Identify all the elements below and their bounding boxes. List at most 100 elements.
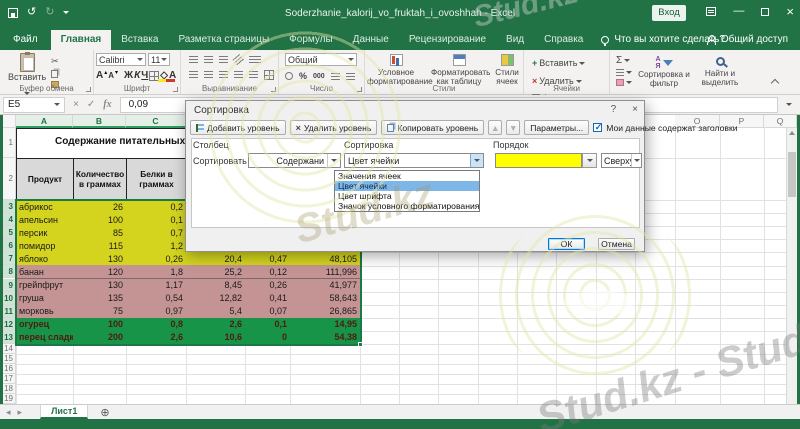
number-format-combo[interactable]: Общий [285,53,357,66]
column-header-A[interactable]: A [16,115,73,128]
table-cell[interactable]: перец сладкий [16,331,74,345]
add-sheet-icon[interactable]: ⊕ [100,406,109,419]
maximize-icon[interactable] [761,8,769,16]
sort-by-column-combo[interactable]: Содержани [248,153,341,168]
merge-center-icon[interactable] [264,70,274,80]
table-cell[interactable]: 0,26 [245,279,291,293]
font-color-button[interactable]: А [169,70,176,81]
tab-Вставка[interactable]: Вставка [111,30,168,50]
cut-icon[interactable]: ✂ [51,56,59,67]
table-cell[interactable]: 8,45 [186,279,246,293]
tab-Формулы[interactable]: Формулы [279,30,343,50]
table-cell[interactable]: 54,38 [290,331,361,345]
tab-Главная[interactable]: Главная [51,30,112,50]
ok-button[interactable]: ОК [548,238,585,250]
accounting-format-icon[interactable] [285,72,293,80]
table-cell[interactable]: 0,2 [126,200,187,214]
dropdown-option[interactable]: Цвет ячейки [335,181,479,191]
increase-decimal-icon[interactable] [331,73,340,80]
insert-cells-button[interactable]: +Вставить [532,58,585,68]
table-cell[interactable]: 0,97 [126,305,187,319]
close-icon[interactable]: × [786,6,794,17]
table-cell[interactable]: груша [16,292,74,306]
underline-button[interactable]: Ч [141,70,148,81]
sort-on-combo[interactable]: Цвет ячейки [344,153,484,168]
sheet-tab-list1[interactable]: Лист1 [40,405,88,419]
cell-styles-button[interactable]: Стили ячеек [493,54,521,83]
cancel-button[interactable]: Отмена [598,238,635,250]
table-cell[interactable]: 0,7 [126,226,187,240]
table-cell[interactable]: 0 [245,331,291,345]
fill-handle[interactable] [358,342,363,347]
scroll-up-icon[interactable] [789,131,795,135]
align-right-icon[interactable] [219,71,228,79]
wrap-text-icon[interactable] [249,56,261,64]
align-center-icon[interactable] [204,71,213,79]
number-dialog-launcher[interactable] [357,87,362,92]
bold-button[interactable]: Ж [124,70,133,81]
table-cell[interactable]: 115 [73,239,127,253]
grow-font-button[interactable]: А [96,70,103,81]
table-cell[interactable]: 2,6 [126,331,187,345]
table-cell[interactable]: 0,1 [126,213,187,227]
delete-level-button[interactable]: ×Удалить уровень [290,120,378,135]
minimize-icon[interactable]: — [733,6,744,17]
table-cell[interactable]: 58,643 [290,292,361,306]
table-cell[interactable]: 12,82 [186,292,246,306]
table-cell[interactable]: 41,977 [290,279,361,293]
table-cell[interactable]: 14,95 [290,318,361,332]
dropdown-option[interactable]: Цвет шрифта [335,191,479,201]
tab-Данные[interactable]: Данные [343,30,399,50]
percent-style-button[interactable]: % [299,71,307,81]
table-cell[interactable]: 200 [73,331,127,345]
table-header-cell[interactable]: Количество в граммах [73,158,127,201]
table-cell[interactable]: 48,105 [290,252,361,266]
table-header-cell[interactable]: Продукт [16,158,74,201]
share-button[interactable]: Общий доступ [707,34,788,45]
name-box[interactable]: E5 [3,97,65,113]
align-left-icon[interactable] [189,71,198,79]
table-header-cell[interactable]: Белки в граммах [126,158,187,201]
table-cell[interactable]: 1,2 [126,239,187,253]
table-cell[interactable]: персик [16,226,74,240]
column-header-Q[interactable]: Q [764,115,797,128]
decrease-decimal-icon[interactable] [346,73,355,80]
conditional-formatting-button[interactable]: Условное форматирование [367,54,425,83]
table-cell[interactable]: 130 [73,279,127,293]
table-cell[interactable]: 5,4 [186,305,246,319]
dropdown-option[interactable]: Значения ячеек [335,171,479,181]
scrollbar-thumb[interactable] [788,152,796,197]
vertical-scrollbar[interactable] [786,128,797,404]
dialog-help-icon[interactable]: ? [611,104,617,115]
dropdown-option[interactable]: Значок условного форматирования [335,201,479,211]
table-cell[interactable]: 120 [73,265,127,279]
clipboard-dialog-launcher[interactable] [86,87,91,92]
font-dialog-launcher[interactable] [173,87,178,92]
sheet-nav-left-icon[interactable]: ◂ [6,407,11,418]
table-cell[interactable]: 0,1 [245,318,291,332]
table-cell[interactable]: 26 [73,200,127,214]
find-select-button[interactable]: Найти и выделить [696,53,744,83]
table-cell[interactable]: 130 [73,252,127,266]
my-data-has-headers-checkbox[interactable] [593,123,602,132]
table-cell[interactable]: помидор [16,239,74,253]
column-header-C[interactable]: C [126,115,186,128]
table-cell[interactable]: грейпфрут [16,279,74,293]
tab-Разметка страницы[interactable]: Разметка страницы [168,30,279,50]
table-cell[interactable]: огурец [16,318,74,332]
table-cell[interactable]: 26,865 [290,305,361,319]
font-size-combo[interactable]: 11 [148,53,170,66]
options-button[interactable]: Параметры... [524,120,589,135]
table-cell[interactable]: 20,4 [186,252,246,266]
column-header-B[interactable]: B [73,115,126,128]
table-cell[interactable]: 25,2 [186,265,246,279]
table-cell[interactable]: 100 [73,213,127,227]
ribbon-display-options-icon[interactable] [706,7,716,16]
comma-style-button[interactable]: 000 [313,73,325,80]
table-cell[interactable]: 2,6 [186,318,246,332]
table-cell[interactable]: 111,996 [290,265,361,279]
table-cell[interactable]: 0,54 [126,292,187,306]
table-cell[interactable]: морковь [16,305,74,319]
format-as-table-button[interactable]: Форматировать как таблицу [431,54,487,83]
move-level-up-button[interactable]: ▲ [488,120,502,135]
